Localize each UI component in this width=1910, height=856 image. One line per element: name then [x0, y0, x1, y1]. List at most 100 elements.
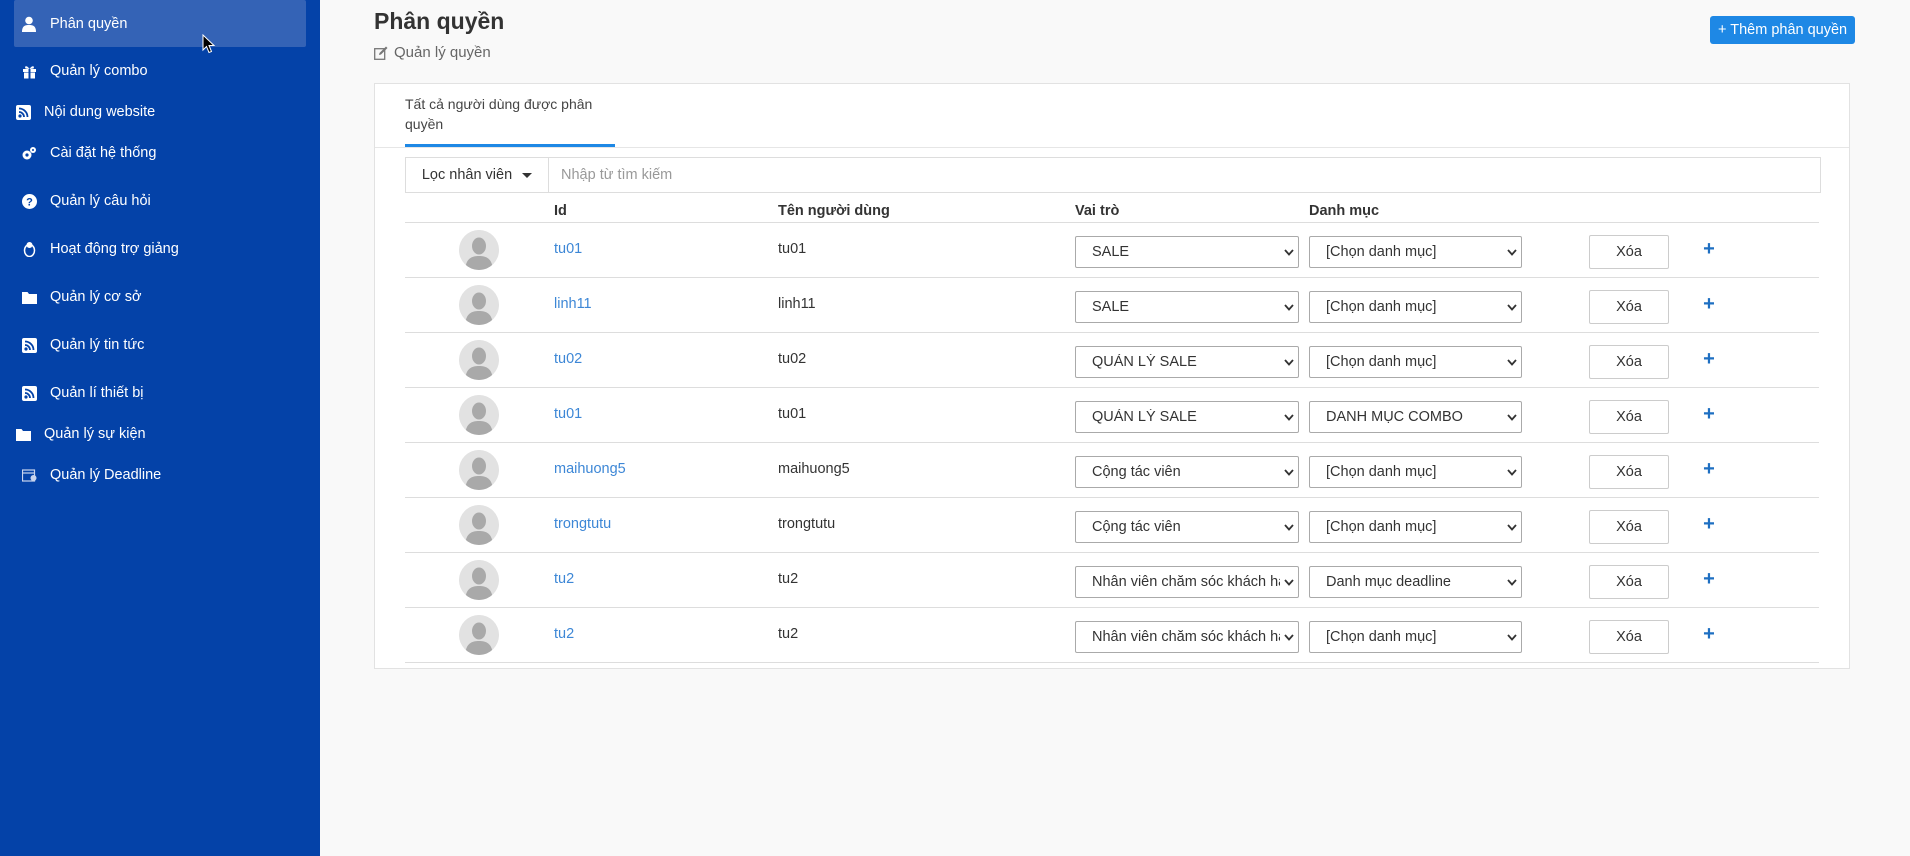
role-select[interactable]: QUẢN LÝ SALE: [1075, 346, 1299, 378]
table-row: tu01 tu01 SALE [Chọn danh mục] Xóa +: [405, 222, 1819, 278]
user-id-link[interactable]: tu01: [554, 241, 582, 257]
sidebar-item-cai-dat[interactable]: Cài đặt hệ thống: [20, 142, 156, 164]
add-row-plus-icon[interactable]: +: [1701, 347, 1717, 371]
category-select[interactable]: [Chọn danh mục]: [1309, 236, 1522, 268]
question-icon: ?: [20, 192, 38, 210]
role-select-value: SALE: [1092, 299, 1130, 315]
chevron-down-icon: [1503, 413, 1521, 421]
category-select-value: Danh mục deadline: [1326, 574, 1451, 590]
chevron-down-icon: [1280, 413, 1298, 421]
svg-text:?: ?: [26, 196, 33, 208]
role-select[interactable]: SALE: [1075, 291, 1299, 323]
filter-staff-label: Lọc nhân viên: [421, 167, 513, 183]
role-select-value: Cộng tác viên: [1092, 519, 1181, 535]
sidebar-item-combo[interactable]: Quản lý combo: [20, 60, 148, 82]
category-select[interactable]: [Chọn danh mục]: [1309, 291, 1522, 323]
chevron-down-icon: [1280, 633, 1298, 641]
sidebar-item-phan-quyen[interactable]: Phân quyền: [14, 0, 306, 47]
sidebar-item-deadline[interactable]: Quản lý Deadline: [20, 464, 161, 486]
subtitle-text: Quản lý quyền: [394, 44, 491, 61]
filter-staff-dropdown[interactable]: Lọc nhân viên: [406, 158, 549, 192]
sidebar: Phân quyền Quản lý combo Nội dung websit…: [0, 0, 320, 856]
sidebar-item-su-kien[interactable]: Quản lý sự kiện: [14, 423, 146, 445]
avatar: [459, 230, 499, 270]
tab-all-users[interactable]: Tất cả người dùng được phân quyền: [405, 94, 615, 150]
add-row-plus-icon[interactable]: +: [1701, 292, 1717, 316]
delete-button[interactable]: Xóa: [1589, 565, 1669, 599]
sidebar-item-cau-hoi[interactable]: ? Quản lý câu hỏi: [20, 190, 151, 212]
role-select[interactable]: QUẢN LÝ SALE: [1075, 401, 1299, 433]
role-select-value: Nhân viên chăm sóc khách hàng: [1092, 629, 1280, 645]
table-row: tu02 tu02 QUẢN LÝ SALE [Chọn danh mục] Xóa +: [405, 332, 1819, 388]
add-permission-button[interactable]: + Thêm phân quyền: [1710, 16, 1856, 44]
chevron-down-icon: [1280, 248, 1298, 256]
add-row-plus-icon[interactable]: +: [1701, 457, 1717, 481]
category-select-value: [Chọn danh mục]: [1326, 299, 1437, 315]
avatar: [459, 615, 499, 655]
header-username: Tên người dùng: [778, 203, 890, 219]
delete-button[interactable]: Xóa: [1589, 290, 1669, 324]
category-select[interactable]: Danh mục deadline: [1309, 566, 1522, 598]
user-icon: [20, 15, 38, 33]
avatar: [459, 285, 499, 325]
delete-button[interactable]: Xóa: [1589, 455, 1669, 489]
sidebar-item-tro-giang[interactable]: Hoạt động trợ giảng: [20, 238, 179, 260]
category-select[interactable]: DANH MỤC COMBO: [1309, 401, 1522, 433]
chevron-down-icon: [1280, 578, 1298, 586]
linux-icon: [20, 240, 38, 258]
avatar: [459, 560, 499, 600]
user-id-link[interactable]: tu02: [554, 351, 582, 367]
permissions-panel: Tất cả người dùng được phân quyền Lọc nh…: [374, 83, 1850, 669]
delete-button[interactable]: Xóa: [1589, 620, 1669, 654]
chevron-down-icon: [1503, 248, 1521, 256]
rss-icon: [20, 336, 38, 354]
chevron-down-icon: [1503, 468, 1521, 476]
add-row-plus-icon[interactable]: +: [1701, 402, 1717, 426]
role-select[interactable]: Nhân viên chăm sóc khách hàng: [1075, 566, 1299, 598]
add-row-plus-icon[interactable]: +: [1701, 567, 1717, 591]
delete-button[interactable]: Xóa: [1589, 235, 1669, 269]
add-row-plus-icon[interactable]: +: [1701, 512, 1717, 536]
user-id-link[interactable]: linh11: [554, 296, 592, 312]
user-id-link[interactable]: tu01: [554, 406, 582, 422]
category-select[interactable]: [Chọn danh mục]: [1309, 511, 1522, 543]
user-id-link[interactable]: tu2: [554, 571, 574, 587]
user-id-link[interactable]: maihuong5: [554, 461, 626, 477]
role-select[interactable]: Cộng tác viên: [1075, 511, 1299, 543]
search-input[interactable]: [549, 158, 1820, 192]
delete-button[interactable]: Xóa: [1589, 400, 1669, 434]
sidebar-item-label: Hoạt động trợ giảng: [50, 241, 179, 257]
role-select[interactable]: SALE: [1075, 236, 1299, 268]
chevron-down-icon: [1280, 468, 1298, 476]
sidebar-item-label: Quản lý combo: [50, 63, 148, 79]
delete-button[interactable]: Xóa: [1589, 345, 1669, 379]
main-content: Phân quyền Quản lý quyền + Thêm phân quy…: [320, 0, 1910, 856]
user-id-link[interactable]: tu2: [554, 626, 574, 642]
sidebar-item-noi-dung-website[interactable]: Nội dung website: [14, 101, 155, 123]
category-select-value: [Chọn danh mục]: [1326, 244, 1437, 260]
role-select[interactable]: Nhân viên chăm sóc khách hàng: [1075, 621, 1299, 653]
delete-button[interactable]: Xóa: [1589, 510, 1669, 544]
rss-icon: [14, 103, 32, 121]
sidebar-item-tin-tuc[interactable]: Quản lý tin tức: [20, 334, 144, 356]
folder-icon: [20, 288, 38, 306]
add-row-plus-icon[interactable]: +: [1701, 622, 1717, 646]
category-select-value: DANH MỤC COMBO: [1326, 409, 1463, 425]
sidebar-item-label: Quản lý Deadline: [50, 467, 162, 483]
add-row-plus-icon[interactable]: +: [1701, 237, 1717, 261]
category-select[interactable]: [Chọn danh mục]: [1309, 456, 1522, 488]
category-select[interactable]: [Chọn danh mục]: [1309, 346, 1522, 378]
sidebar-item-thiet-bi[interactable]: Quản lí thiết bị: [20, 382, 144, 404]
user-id-link[interactable]: trongtutu: [554, 516, 611, 532]
category-select[interactable]: [Chọn danh mục]: [1309, 621, 1522, 653]
username-cell: tu02: [778, 351, 807, 367]
sidebar-item-co-so[interactable]: Quản lý cơ sở: [20, 286, 142, 308]
role-select[interactable]: Cộng tác viên: [1075, 456, 1299, 488]
username-cell: tu2: [778, 626, 799, 642]
chevron-down-icon: [1503, 578, 1521, 586]
sidebar-item-label: Quản lý tin tức: [50, 337, 145, 353]
chevron-down-icon: [1503, 523, 1521, 531]
sidebar-item-label: Cài đặt hệ thống: [50, 145, 157, 161]
sidebar-item-label: Nội dung website: [44, 104, 156, 120]
chevron-down-icon: [1280, 358, 1298, 366]
